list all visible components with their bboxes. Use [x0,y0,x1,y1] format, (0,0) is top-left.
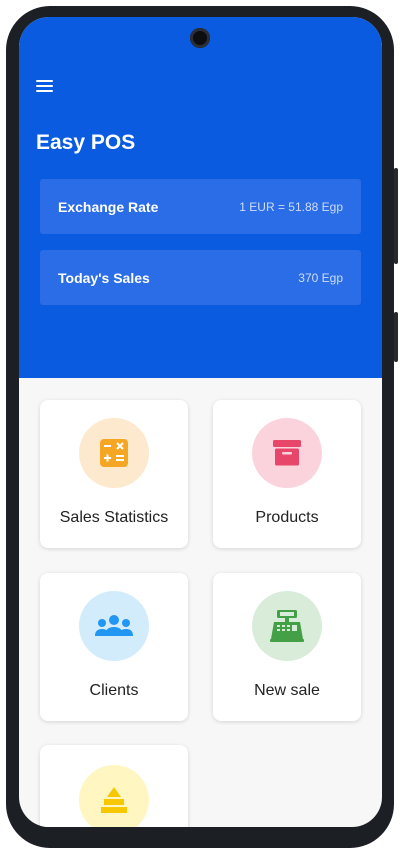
archive-box-icon [273,440,301,466]
products-icon-circle [252,418,322,488]
products-label: Products [255,509,319,526]
exchange-rate-label: Exchange Rate [58,198,159,215]
volume-button [394,168,398,264]
exchange-rate-value: 1 EUR = 51.88 Egp [239,199,343,214]
power-button [394,312,398,362]
front-camera [190,28,210,48]
new-sale-label: New sale [254,682,320,699]
app-screen: Easy POS Exchange Rate 1 EUR = 51.88 Egp… [19,17,382,827]
stacked-bars-icon [101,787,127,813]
people-group-icon [95,615,133,636]
header: Easy POS Exchange Rate 1 EUR = 51.88 Egp… [19,17,382,378]
new-sale-icon-circle [252,591,322,661]
sales-statistics-label: Sales Statistics [59,509,169,526]
todays-sales-label: Today's Sales [58,269,150,286]
menu-icon[interactable] [36,80,53,94]
sales-statistics-tile[interactable]: Sales Statistics [40,400,188,548]
partial-tile[interactable] [40,745,188,827]
new-sale-tile[interactable]: New sale [213,573,361,721]
clients-tile[interactable]: Clients [40,573,188,721]
cash-register-icon [270,610,304,642]
exchange-rate-card: Exchange Rate 1 EUR = 51.88 Egp [40,179,361,234]
partial-tile-icon-circle [79,765,149,827]
clients-icon-circle [79,591,149,661]
clients-label: Clients [89,682,139,699]
products-tile[interactable]: Products [213,400,361,548]
calculator-icon [100,439,128,467]
app-title: Easy POS [36,131,136,154]
sales-statistics-icon-circle [79,418,149,488]
todays-sales-value: 370 Egp [298,270,343,285]
todays-sales-card: Today's Sales 370 Egp [40,250,361,305]
